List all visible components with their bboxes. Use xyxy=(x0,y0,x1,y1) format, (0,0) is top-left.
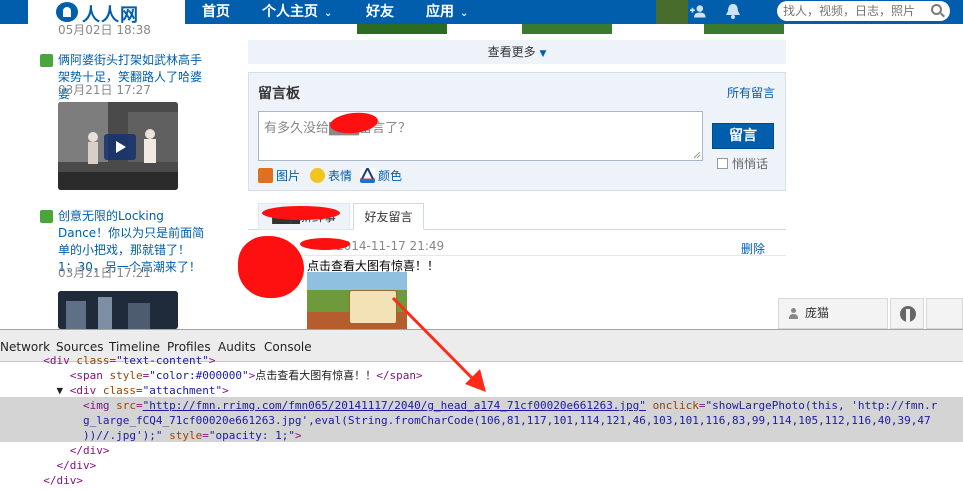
annotation-arrow xyxy=(391,296,486,392)
